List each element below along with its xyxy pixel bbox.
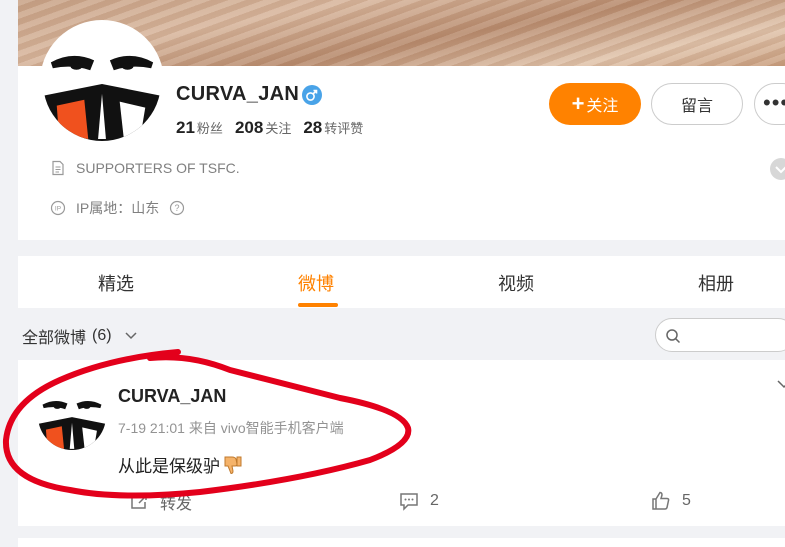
filter-label: 全部微博: [22, 330, 87, 347]
stat-following[interactable]: 208 关注: [235, 118, 291, 138]
plus-icon: +: [571, 91, 585, 116]
post-author-name[interactable]: CURVA_JAN: [118, 386, 226, 407]
tab-videos[interactable]: 视频: [498, 270, 534, 296]
repost-button[interactable]: 转发: [128, 490, 192, 514]
post-content: 从此是保级驴: [118, 452, 244, 477]
profile-description: SUPPORTERS OF TSFC.: [50, 160, 240, 176]
ip-icon: IP: [50, 200, 66, 216]
repost-label: 转发: [160, 496, 193, 513]
comment-icon: [400, 493, 418, 511]
avatar-mask-illustration: [43, 23, 161, 141]
tab-album[interactable]: 相册: [698, 270, 734, 296]
follow-label: 关注: [586, 98, 619, 115]
stat-followers[interactable]: 21 粉丝: [176, 118, 223, 138]
avatar-mask-illustration: [38, 382, 106, 450]
message-button[interactable]: 留言: [651, 83, 743, 125]
next-post-card: [18, 538, 785, 547]
post-card: CURVA_JAN 7-19 21:01 来自 vivo智能手机客户端 从此是保…: [18, 360, 785, 526]
profile-username: CURVA_JAN: [176, 83, 300, 105]
post-timestamp-source: 7-19 21:01 来自 vivo智能手机客户端: [118, 420, 344, 436]
post-filter-dropdown[interactable]: 全部微博 (6): [22, 324, 138, 348]
profile-ip-location: IP IP属地：山东 ?: [50, 198, 185, 218]
active-tab-indicator: [298, 303, 338, 307]
like-button[interactable]: 5: [650, 490, 691, 512]
post-author-avatar[interactable]: [38, 382, 106, 450]
ip-location-text: IP属地：山东: [76, 200, 160, 216]
svg-text:?: ?: [175, 203, 180, 213]
follow-button[interactable]: + 关注: [549, 83, 641, 125]
profile-tabs: 精选 微博 视频 相册: [18, 256, 785, 308]
post-actions: 转发 2 5: [18, 490, 785, 514]
male-gender-icon: [302, 85, 322, 105]
chevron-down-icon: [125, 332, 137, 340]
post-text: 从此是保级驴: [118, 457, 220, 476]
comment-count: 2: [430, 492, 439, 509]
profile-avatar[interactable]: [40, 20, 164, 144]
tab-weibo[interactable]: 微博: [298, 270, 334, 296]
help-icon[interactable]: ?: [169, 200, 185, 216]
stat-interactions: 28 转评赞: [303, 118, 364, 137]
search-input[interactable]: [688, 325, 785, 347]
svg-text:IP: IP: [55, 206, 61, 213]
more-options-button[interactable]: •••: [754, 83, 785, 125]
description-text: SUPPORTERS OF TSFC.: [76, 160, 240, 176]
document-icon: [52, 160, 64, 176]
thumbs-up-icon: [652, 491, 670, 510]
like-count: 5: [682, 492, 691, 509]
repost-icon: [131, 495, 147, 509]
filter-count: (6): [92, 327, 112, 344]
search-icon: [666, 329, 681, 344]
chevron-down-icon: [775, 166, 785, 174]
profile-card: CURVA_JAN 21粉丝 208关注 28转评赞 + 关注 留言 ••• S…: [18, 0, 785, 240]
thumbs-down-emoji-icon: [224, 456, 242, 474]
post-search[interactable]: [655, 318, 785, 352]
profile-stats: 21 粉丝 208 关注 28 转评赞: [176, 118, 363, 138]
expand-info-button[interactable]: [770, 158, 785, 180]
comment-button[interactable]: 2: [398, 490, 439, 512]
tab-featured[interactable]: 精选: [98, 270, 134, 296]
post-menu-chevron-icon[interactable]: [776, 378, 785, 390]
